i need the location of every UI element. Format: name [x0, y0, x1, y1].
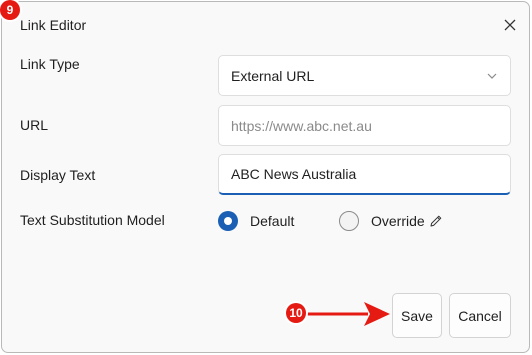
radio-default-indicator[interactable]: [218, 211, 238, 231]
link-type-label: Link Type: [20, 56, 80, 72]
url-input[interactable]: [231, 117, 498, 134]
radio-default-label: Default: [250, 213, 295, 229]
substitution-label: Text Substitution Model: [20, 212, 165, 228]
pencil-icon[interactable]: [429, 214, 443, 228]
link-type-value: External URL: [231, 67, 315, 84]
chevron-down-icon: [487, 73, 497, 79]
arrow-pointer-icon: [306, 302, 390, 326]
link-editor-dialog: Link Editor Link Type External URL URL D…: [1, 1, 530, 353]
display-text-input[interactable]: [231, 166, 498, 182]
radio-override-label: Override: [371, 213, 425, 229]
url-label: URL: [20, 117, 49, 133]
link-type-select[interactable]: External URL: [218, 55, 511, 96]
step-badge-10: 10: [286, 303, 306, 323]
url-field[interactable]: [218, 105, 511, 146]
radio-default[interactable]: Default: [218, 209, 294, 233]
dialog-title: Link Editor: [20, 17, 87, 33]
save-button[interactable]: Save: [392, 293, 442, 338]
cancel-button[interactable]: Cancel: [449, 293, 511, 338]
display-text-field[interactable]: [218, 154, 511, 195]
radio-override-indicator[interactable]: [339, 211, 359, 231]
close-button[interactable]: [499, 14, 521, 36]
radio-override[interactable]: Override: [339, 209, 443, 233]
step-badge-9: 9: [0, 0, 20, 20]
display-text-label: Display Text: [20, 167, 96, 183]
close-icon: [504, 19, 516, 31]
